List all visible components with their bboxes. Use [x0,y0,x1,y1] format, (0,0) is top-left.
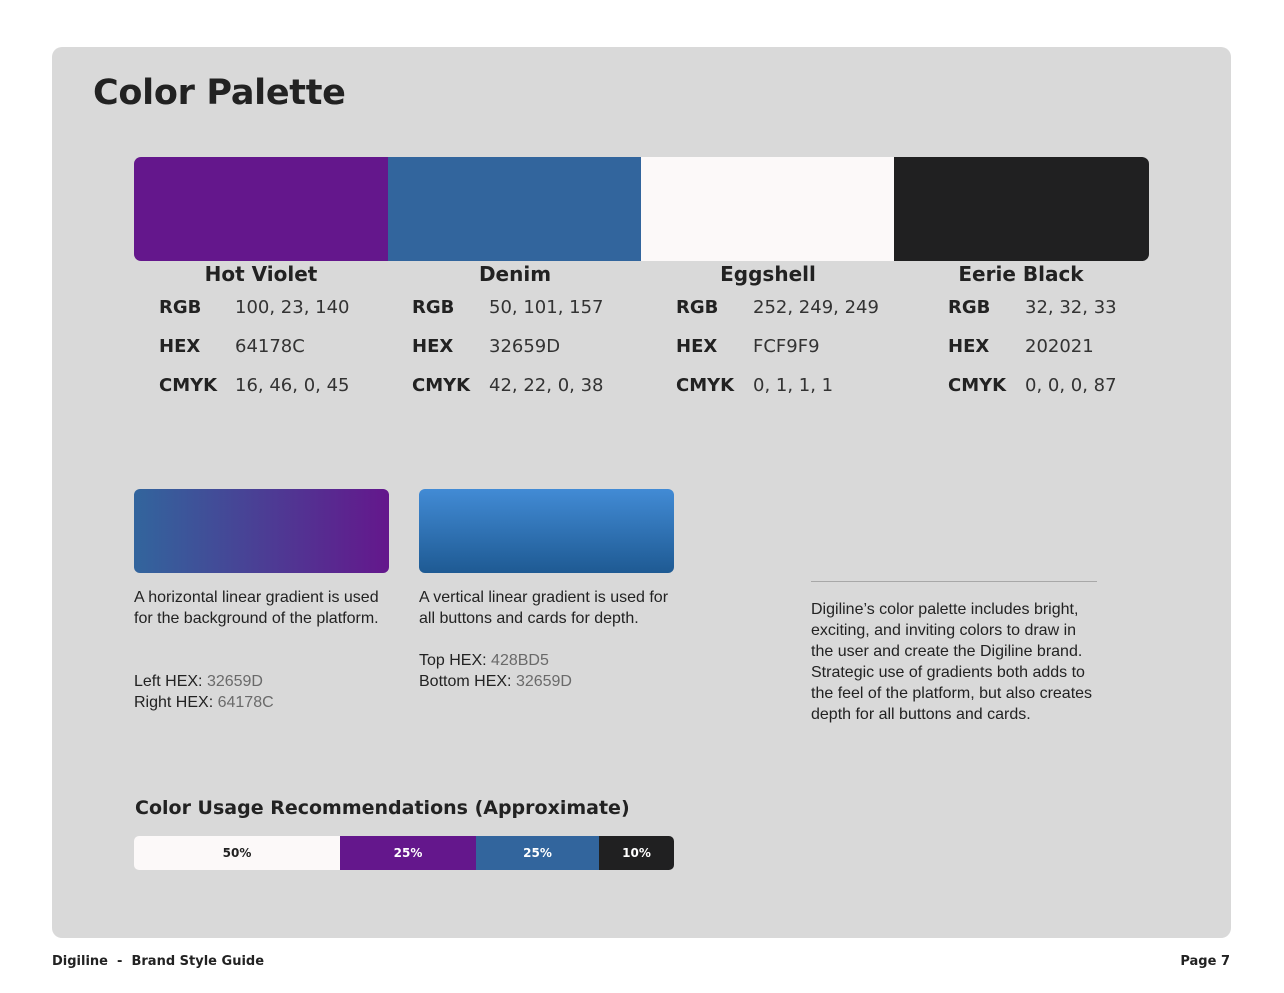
usage-segment-denim: 25% [476,836,599,870]
usage-segment-eerie-black: 10% [599,836,674,870]
cmyk-label: CMYK [948,375,1007,396]
usage-percent: 50% [222,846,252,860]
hex-label: HEX [159,336,201,357]
swatch-bar [134,157,1149,261]
usage-segment-eggshell: 50% [134,836,340,870]
hex-label: HEX [676,336,718,357]
palette-summary: Digiline’s color palette includes bright… [811,601,1093,723]
cmyk-value: 16, 46, 0, 45 [235,375,350,396]
bottom-hex-line: Bottom HEX: 32659D [419,671,677,692]
rgb-label: RGB [159,297,202,318]
left-hex-value: 32659D [206,673,263,690]
right-hex-line: Right HEX: 64178C [134,692,392,713]
color-name: Eerie Black [958,262,1084,286]
swatch-eggshell [641,157,894,261]
usage-percent: 25% [523,846,552,860]
horizontal-gradient-description: A horizontal linear gradient is used for… [134,587,392,629]
swatch-hot-violet [134,157,388,261]
usage-percent: 10% [622,846,651,860]
swatch-eerie-black [894,157,1149,261]
color-name: Eggshell [720,262,816,286]
cmyk-value: 42, 22, 0, 38 [489,375,604,396]
usage-segment-hot-violet: 25% [340,836,476,870]
rgb-label: RGB [676,297,719,318]
horizontal-gradient-hex: Left HEX: 32659D Right HEX: 64178C [134,671,392,713]
rgb-value: 50, 101, 157 [489,297,604,318]
left-hex-label: Left HEX: [134,673,203,690]
rgb-label: RGB [948,297,991,318]
hex-value: 64178C [235,336,305,357]
rgb-label: RGB [412,297,455,318]
top-hex-line: Top HEX: 428BD5 [419,650,677,671]
horizontal-gradient-swatch [134,489,389,573]
vertical-gradient-description: A vertical linear gradient is used for a… [419,587,677,629]
cmyk-value: 0, 0, 0, 87 [1025,375,1117,396]
top-hex-value: 428BD5 [491,652,549,669]
rgb-value: 100, 23, 140 [235,297,350,318]
hex-value: FCF9F9 [753,336,820,357]
divider [811,581,1097,582]
hex-label: HEX [948,336,990,357]
cmyk-label: CMYK [412,375,471,396]
usage-title: Color Usage Recommendations (Approximate… [135,797,630,819]
rgb-value: 32, 32, 33 [1025,297,1117,318]
rgb-row: RGB [159,297,201,318]
cmyk-value: 0, 1, 1, 1 [753,375,834,396]
cmyk-label: CMYK [676,375,735,396]
page-title: Color Palette [93,73,346,113]
vertical-gradient-hex: Top HEX: 428BD5 Bottom HEX: 32659D [419,650,677,692]
right-hex-label: Right HEX: [134,694,214,711]
hex-value: 32659D [489,336,561,357]
swatch-denim [388,157,641,261]
top-hex-label: Top HEX: [419,652,487,669]
right-hex-value: 64178C [217,694,274,711]
usage-bar: 50% 25% 25% 10% [134,836,674,870]
color-name: Hot Violet [204,262,318,286]
left-hex-line: Left HEX: 32659D [134,671,392,692]
cmyk-label: CMYK [159,375,218,396]
rgb-value: 252, 249, 249 [753,297,879,318]
horizontal-gradient-text: A horizontal linear gradient is used for… [134,589,379,627]
color-name: Denim [478,262,552,286]
bottom-hex-value: 32659D [515,673,572,690]
page-number: Page 7 [1180,954,1230,969]
bottom-hex-label: Bottom HEX: [419,673,512,690]
vertical-gradient-text: A vertical linear gradient is used for a… [419,589,669,627]
hex-value: 202021 [1025,336,1094,357]
footer-brand: Digiline - Brand Style Guide [52,954,265,969]
hex-label: HEX [412,336,454,357]
usage-percent: 25% [393,846,423,860]
vertical-gradient-swatch [419,489,674,573]
